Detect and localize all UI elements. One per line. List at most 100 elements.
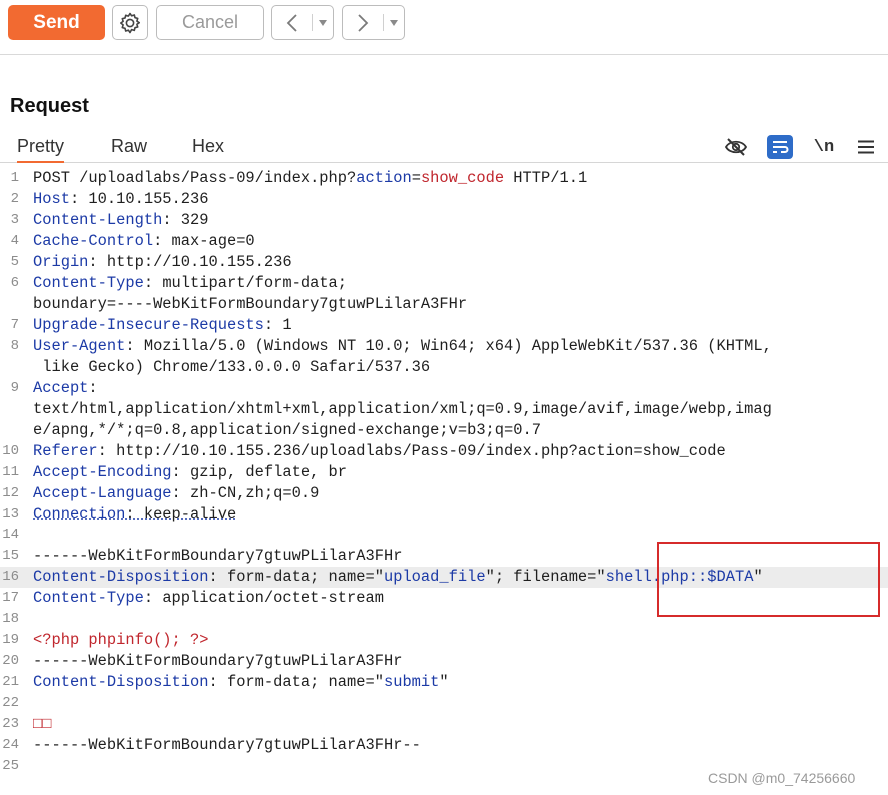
code-line: text/html,application/xhtml+xml,applicat… xyxy=(0,399,888,420)
back-button[interactable] xyxy=(271,5,334,40)
code-text: boundary=----WebKitFormBoundary7gtuwPLil… xyxy=(33,294,467,315)
line-number: 10 xyxy=(2,443,19,459)
code-token: : xyxy=(88,379,98,397)
code-token: submit xyxy=(383,673,440,691)
code-token: ------WebKitFormBoundary7gtuwPLilarA3FHr xyxy=(33,547,403,565)
code-text: Content-Disposition: form-data; name="su… xyxy=(33,672,449,693)
line-number: 6 xyxy=(10,275,19,291)
code-line: 1 POST /uploadlabs/Pass-09/index.php?acti… xyxy=(0,168,888,189)
line-number: 16 xyxy=(2,569,19,585)
code-text: Accept: xyxy=(33,378,98,399)
toolbar: Send Cancel xyxy=(0,0,888,55)
code-line: 23 □□ xyxy=(0,714,888,735)
code-token: □□ xyxy=(33,715,52,733)
wrap-icon[interactable] xyxy=(766,133,794,161)
code-token: : max-age=0 xyxy=(153,232,255,250)
code-token: Content-Type xyxy=(33,589,144,607)
code-token: " xyxy=(439,673,449,691)
line-number: 2 xyxy=(10,191,19,207)
line-number: 9 xyxy=(10,380,19,396)
code-token: : 329 xyxy=(162,211,209,229)
code-line: 13 Connection: keep-alive xyxy=(0,504,888,525)
tab-pretty[interactable]: Pretty xyxy=(17,136,65,163)
line-number: 4 xyxy=(10,233,19,249)
code-token: Connection xyxy=(33,505,126,523)
code-line: 8 User-Agent: Mozilla/5.0 (Windows NT 10.… xyxy=(0,336,888,357)
code-text: User-Agent: Mozilla/5.0 (Windows NT 10.0… xyxy=(33,336,772,357)
line-number: 14 xyxy=(2,527,19,543)
code-token: = xyxy=(411,169,421,187)
code-token: Referer xyxy=(33,442,98,460)
chevron-right-icon xyxy=(358,13,369,32)
code-line: 2 Host: 10.10.155.236 xyxy=(0,189,888,210)
gear-icon xyxy=(120,12,140,33)
code-text: ------WebKitFormBoundary7gtuwPLilarA3FHr xyxy=(33,546,402,567)
line-number: 15 xyxy=(2,548,19,564)
hide-icon[interactable] xyxy=(722,133,750,161)
code-line: 10 Referer: http://10.10.155.236/uploadla… xyxy=(0,441,888,462)
code-token: : 1 xyxy=(263,316,292,334)
line-number: 12 xyxy=(2,485,19,501)
tab-hex[interactable]: Hex xyxy=(192,136,224,157)
code-text: Accept-Language: zh-CN,zh;q=0.9 xyxy=(33,483,319,504)
code-text: Connection: keep-alive xyxy=(33,504,236,525)
code-token: POST /uploadlabs/Pass-09/index.php? xyxy=(33,169,357,187)
code-text: like Gecko) Chrome/133.0.0.0 Safari/537.… xyxy=(33,357,430,378)
code-token: : keep-alive xyxy=(125,505,237,523)
forward-button[interactable] xyxy=(342,5,405,40)
code-text: Host: 10.10.155.236 xyxy=(33,189,209,210)
code-text: Content-Length: 329 xyxy=(33,210,209,231)
panel-title: Request xyxy=(10,95,89,117)
line-number: 20 xyxy=(2,653,19,669)
code-token: : Mozilla/5.0 (Windows NT 10.0; Win64; x… xyxy=(125,337,772,355)
highlight-box xyxy=(657,542,880,617)
newline-icon[interactable]: \n xyxy=(812,133,836,161)
code-token: Upgrade-Insecure-Requests xyxy=(33,316,264,334)
line-number: 18 xyxy=(2,611,19,627)
line-number: 7 xyxy=(10,317,19,333)
code-token: "; filename=" xyxy=(485,568,606,586)
line-number: 21 xyxy=(2,674,19,690)
chevron-down-icon xyxy=(319,19,327,26)
tab-raw[interactable]: Raw xyxy=(111,136,147,157)
code-text: Cache-Control: max-age=0 xyxy=(33,231,255,252)
chevron-left-icon xyxy=(286,13,297,32)
editor-tabs: Pretty Raw Hex \n xyxy=(0,133,888,163)
code-token: Accept-Language xyxy=(33,484,172,502)
code-token: : multipart/form-data; xyxy=(143,274,348,292)
code-line: like Gecko) Chrome/133.0.0.0 Safari/537.… xyxy=(0,357,888,378)
code-line: 9 Accept: xyxy=(0,378,888,399)
code-line: boundary=----WebKitFormBoundary7gtuwPLil… xyxy=(0,294,888,315)
code-token: e/apng,*/*;q=0.8,application/signed-exch… xyxy=(33,421,541,439)
code-token: : gzip, deflate, br xyxy=(171,463,348,481)
code-line: 6 Content-Type: multipart/form-data; xyxy=(0,273,888,294)
line-number: 17 xyxy=(2,590,19,606)
request-editor[interactable]: 1 POST /uploadlabs/Pass-09/index.php?acti… xyxy=(0,166,888,774)
code-token: : form-data; name=" xyxy=(208,673,384,691)
line-number: 13 xyxy=(2,506,19,522)
code-text: Origin: http://10.10.155.236 xyxy=(33,252,292,273)
code-line: 24 ------WebKitFormBoundary7gtuwPLilarA3F… xyxy=(0,735,888,756)
settings-button[interactable] xyxy=(112,5,148,40)
menu-icon[interactable] xyxy=(856,133,876,161)
code-token: HTTP/1.1 xyxy=(504,169,588,187)
code-token: text/html,application/xhtml+xml,applicat… xyxy=(33,400,772,418)
send-button[interactable]: Send xyxy=(8,5,105,40)
code-text: Content-Type: multipart/form-data; xyxy=(33,273,347,294)
watermark: CSDN @m0_74256660 xyxy=(708,770,856,786)
code-line: 12 Accept-Language: zh-CN,zh;q=0.9 xyxy=(0,483,888,504)
cancel-button[interactable]: Cancel xyxy=(156,5,264,40)
line-number: 23 xyxy=(2,716,19,732)
code-text: Upgrade-Insecure-Requests: 1 xyxy=(33,315,292,336)
code-token: Content-Disposition xyxy=(33,673,209,691)
code-text: Referer: http://10.10.155.236/uploadlabs… xyxy=(33,441,726,462)
chevron-down-icon xyxy=(390,19,398,26)
code-text: <?php phpinfo(); ?> xyxy=(33,630,208,651)
code-text: ------WebKitFormBoundary7gtuwPLilarA3FHr… xyxy=(33,735,421,756)
code-token: : http://10.10.155.236 xyxy=(88,253,292,271)
code-line: 7 Upgrade-Insecure-Requests: 1 xyxy=(0,315,888,336)
line-number: 24 xyxy=(2,737,19,753)
code-token: ------WebKitFormBoundary7gtuwPLilarA3FHr xyxy=(33,652,403,670)
code-line: 19 <?php phpinfo(); ?> xyxy=(0,630,888,651)
line-number: 19 xyxy=(2,632,19,648)
